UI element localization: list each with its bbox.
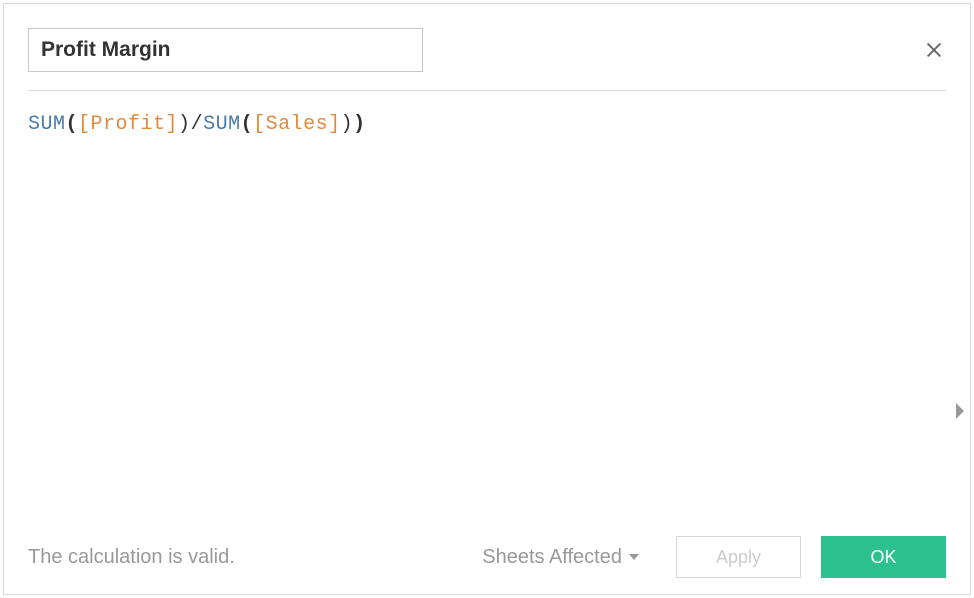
formula-token-field: [Sales] [253,113,341,136]
apply-button[interactable]: Apply [676,536,801,578]
validation-status: The calculation is valid. [28,546,235,569]
formula-token-op: / [191,113,204,136]
formula-token-field: [Profit] [78,113,178,136]
formula-token-paren: ) [341,113,354,136]
footer-left: The calculation is valid. Sheets Affecte… [28,546,660,569]
calculation-editor-dialog: SUM([Profit])/SUM([Sales])) The calculat… [3,3,971,595]
formula-token-func: SUM [28,113,66,136]
ok-button[interactable]: OK [821,536,946,578]
close-icon [923,39,945,61]
dialog-footer: The calculation is valid. Sheets Affecte… [28,524,946,578]
header-divider [28,90,946,91]
formula-token-paren: ( [66,113,79,136]
sheets-affected-dropdown[interactable]: Sheets Affected [482,546,640,569]
formula-token-paren: ( [241,113,254,136]
calculation-name-input[interactable] [28,28,423,72]
footer-buttons: Apply OK [676,536,946,578]
formula-editor[interactable]: SUM([Profit])/SUM([Sales])) [28,109,946,524]
chevron-right-icon [954,402,966,420]
dialog-header [28,28,946,72]
formula-token-paren: ) [178,113,191,136]
close-button[interactable] [920,36,948,64]
expand-panel-button[interactable] [952,399,968,423]
formula-token-func: SUM [203,113,241,136]
chevron-down-icon [628,553,640,561]
sheets-affected-label: Sheets Affected [482,546,622,569]
formula-token-paren: ) [353,113,366,136]
